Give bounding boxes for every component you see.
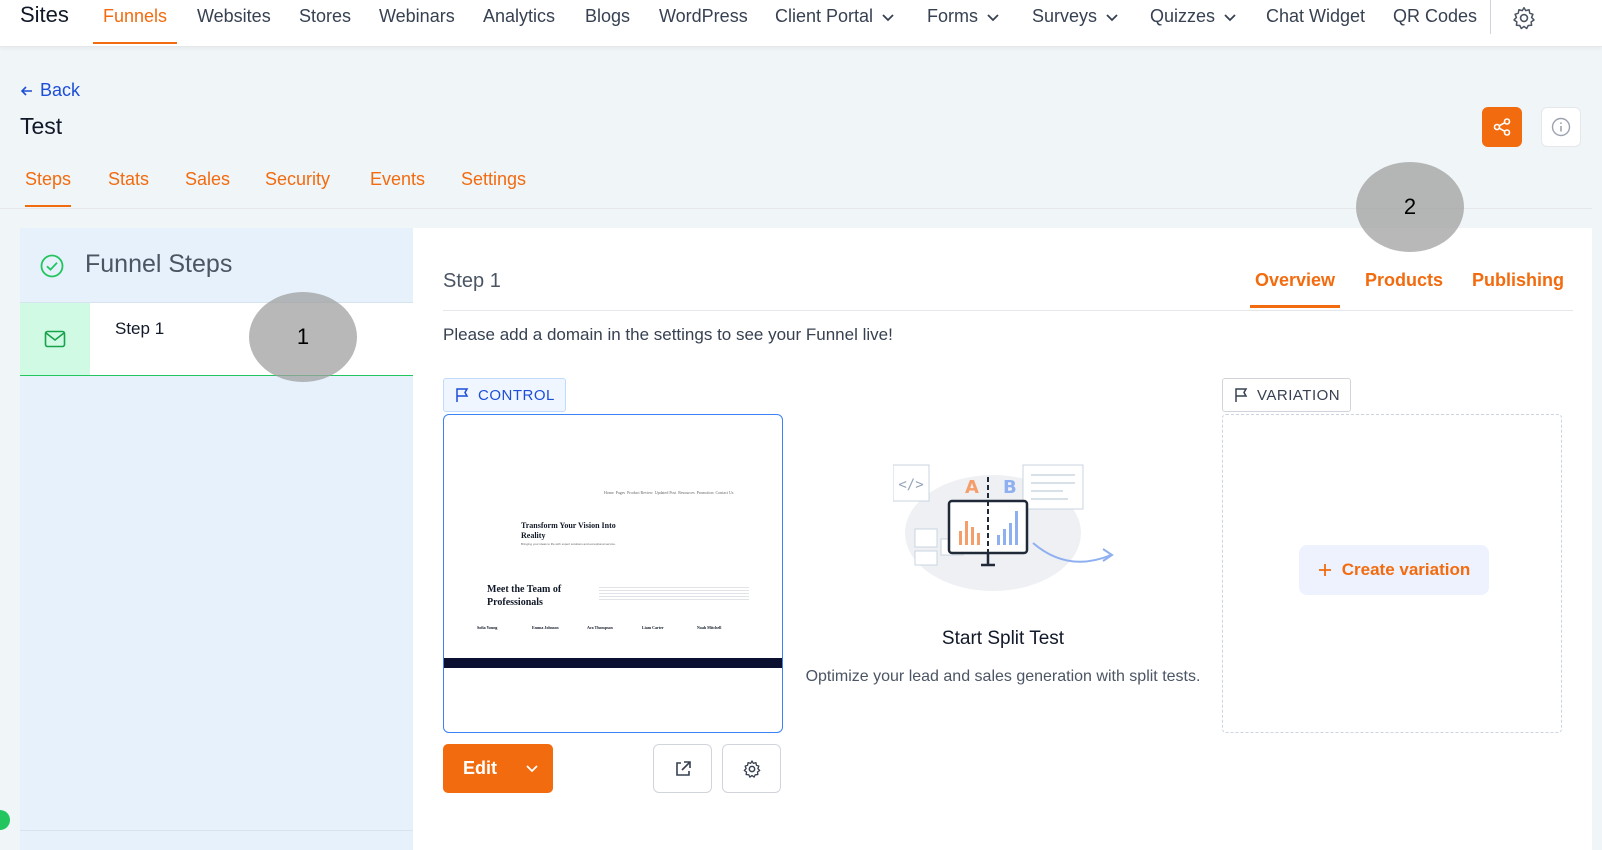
nav-item-analytics[interactable]: Analytics — [483, 6, 555, 27]
nav-item-chat-widget[interactable]: Chat Widget — [1266, 6, 1365, 27]
tab-sales[interactable]: Sales — [185, 169, 230, 190]
mail-icon — [44, 330, 66, 348]
nav-item-forms[interactable]: Forms — [927, 6, 1000, 27]
info-icon — [1551, 117, 1571, 137]
svg-text:</>: </> — [898, 477, 923, 493]
plus-icon — [1318, 564, 1331, 576]
chevron-down-icon — [987, 13, 999, 21]
tab-events[interactable]: Events — [370, 169, 425, 190]
page-preview-thumbnail[interactable]: Home Pages Product Review Updated Post R… — [443, 414, 783, 733]
share-button[interactable] — [1482, 107, 1522, 147]
nav-item-blogs[interactable]: Blogs — [585, 6, 630, 27]
chevron-down-icon — [1106, 13, 1118, 21]
step-icon-container — [20, 303, 90, 375]
variation-dropzone: Create variation — [1222, 414, 1562, 733]
preview-team-member: Ava Thompson — [587, 625, 613, 630]
funnel-tabs: Steps Stats Sales Security Events Settin… — [0, 165, 1592, 209]
share-icon — [1493, 118, 1511, 136]
nav-item-wordpress[interactable]: WordPress — [659, 6, 748, 27]
edit-button[interactable]: Edit — [443, 744, 553, 793]
svg-text:B: B — [1003, 477, 1017, 498]
gear-icon[interactable] — [1511, 5, 1537, 31]
info-button[interactable] — [1541, 107, 1581, 147]
edit-label: Edit — [463, 758, 497, 778]
svg-text:A: A — [965, 477, 979, 498]
preview-heading: Transform Your Vision Into Reality — [521, 521, 616, 540]
check-circle-icon — [40, 254, 64, 278]
funnel-steps-title: Funnel Steps — [85, 250, 233, 278]
create-variation-button[interactable]: Create variation — [1299, 545, 1489, 595]
brand-title: Sites — [20, 2, 69, 27]
nav-item-quizzes[interactable]: Quizzes — [1150, 6, 1237, 27]
nav-item-webinars[interactable]: Webinars — [379, 6, 455, 27]
preview-footer-bar — [444, 658, 782, 668]
nav-item-qr-codes[interactable]: QR Codes — [1393, 6, 1477, 27]
annotation-marker-2: 2 — [1356, 162, 1464, 252]
nav-item-stores[interactable]: Stores — [299, 6, 351, 27]
tab-settings[interactable]: Settings — [461, 169, 526, 190]
chevron-down-icon — [1224, 13, 1236, 21]
chevron-down-icon[interactable] — [525, 761, 539, 775]
funnel-steps-header: Funnel Steps — [20, 228, 413, 303]
nav-item-client-portal[interactable]: Client Portal — [775, 6, 895, 27]
annotation-marker-1: 1 — [249, 292, 357, 382]
nav-item-surveys[interactable]: Surveys — [1032, 6, 1119, 27]
step-tabs-divider — [443, 310, 1573, 311]
tab-security[interactable]: Security — [265, 169, 330, 190]
funnel-steps-panel: Funnel Steps Step 1 — [20, 228, 413, 850]
open-external-button[interactable] — [653, 744, 712, 793]
preview-team-member: Emma Johnson — [532, 625, 559, 630]
preview-team-member: Sofia Young — [477, 625, 498, 630]
preview-team-member: Liam Carter — [642, 625, 664, 630]
preview-nav: Home Pages Product Review Updated Post R… — [604, 490, 734, 495]
split-test-illustration: </> A B — [893, 464, 1114, 591]
tab-stats[interactable]: Stats — [108, 169, 149, 190]
nav-item-websites[interactable]: Websites — [197, 6, 271, 27]
panel-divider — [20, 830, 413, 831]
preview-team-member: Noah Mitchell — [697, 625, 722, 630]
step-detail-panel: Step 1 Overview Products Publishing Plea… — [413, 228, 1592, 850]
control-badge: CONTROL — [443, 378, 566, 412]
step-label: Step 1 — [115, 319, 165, 338]
tab-steps[interactable]: Steps — [25, 169, 72, 207]
split-test-title: Start Split Test — [941, 628, 1065, 649]
tab-publishing[interactable]: Publishing — [1472, 270, 1564, 291]
tab-products[interactable]: Products — [1365, 270, 1443, 291]
top-navigation: Sites Funnels Websites Stores Webinars A… — [0, 0, 1602, 47]
step-settings-button[interactable] — [722, 744, 781, 793]
preview-team-heading: Meet the Team of Professionals — [487, 584, 562, 608]
nav-divider — [1490, 0, 1491, 34]
status-dot — [0, 810, 10, 830]
page-title: Test — [20, 113, 63, 139]
back-link[interactable]: Back — [20, 80, 80, 101]
flag-icon — [456, 388, 469, 402]
domain-notice: Please add a domain in the settings to s… — [443, 325, 893, 344]
preview-subtext: Bringing your ideas to life with expert … — [521, 542, 616, 546]
arrow-left-icon — [20, 85, 32, 96]
chevron-down-icon — [882, 13, 894, 21]
nav-item-funnels[interactable]: Funnels — [92, 6, 178, 44]
step-title: Step 1 — [443, 270, 501, 292]
split-test-description: Optimize your lead and sales generation … — [805, 668, 1201, 685]
variation-badge: VARIATION — [1222, 378, 1352, 412]
preview-paragraph — [599, 587, 749, 601]
tab-overview[interactable]: Overview — [1249, 270, 1341, 308]
flag-icon — [1235, 388, 1248, 402]
external-link-icon — [675, 760, 691, 776]
gear-icon — [743, 759, 760, 778]
